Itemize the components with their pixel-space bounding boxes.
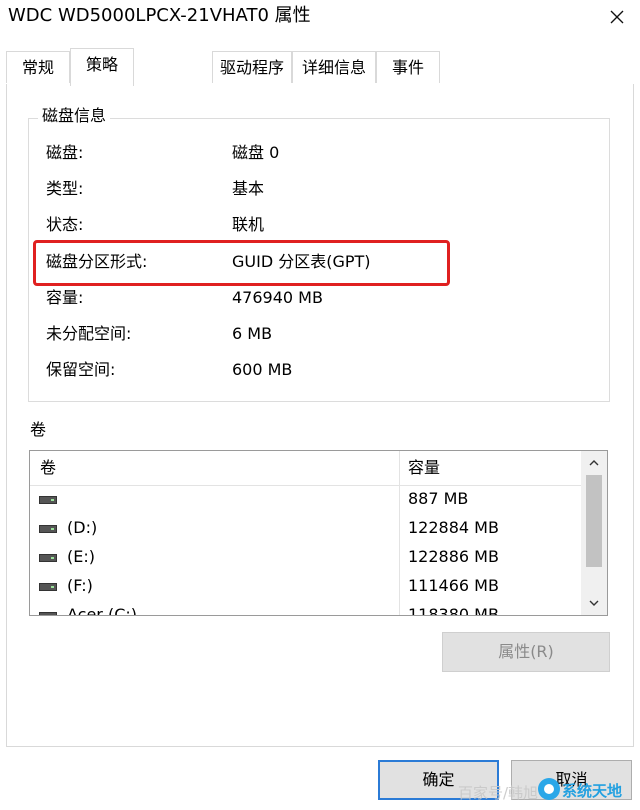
drive-icon [39, 554, 57, 562]
volume-capacity: 122884 MB [408, 518, 499, 537]
watermark-brand: 系统天地 [562, 782, 623, 800]
highlight-annotation [33, 240, 450, 286]
status-value: 联机 [232, 215, 265, 234]
tab-label: 详细信息 [301, 58, 366, 77]
scroll-up-button[interactable] [581, 453, 607, 473]
list-item[interactable]: (E:) 122886 MB [30, 543, 581, 572]
volumes-list[interactable]: 卷 容量 887 MB (D:) 122884 MB (E:) 122886 M… [29, 450, 608, 616]
disk-label: 磁盘: [46, 143, 84, 162]
volume-name: Acer (C:) [67, 605, 138, 616]
disk-value: 磁盘 0 [232, 143, 280, 162]
close-icon [610, 10, 624, 24]
window-title: WDC WD5000LPCX-21VHAT0 属性 [8, 5, 311, 26]
tab-events[interactable]: 事件 [376, 51, 440, 83]
list-item[interactable]: Acer (C:) 118380 MB [30, 601, 581, 616]
reserved-value: 600 MB [232, 360, 293, 379]
volume-name: (D:) [67, 518, 98, 537]
unallocated-value: 6 MB [232, 324, 273, 343]
scroll-down-button[interactable] [581, 593, 607, 613]
type-label: 类型: [46, 179, 84, 198]
tab-label: 驱动程序 [219, 58, 284, 77]
close-button[interactable] [594, 0, 640, 34]
volume-name: (E:) [67, 547, 95, 566]
watermark-logo-icon [538, 778, 560, 800]
tab-label: 常规 [21, 58, 54, 77]
tab-label: 事件 [391, 58, 424, 77]
vertical-scrollbar[interactable] [581, 451, 607, 615]
title-bar: WDC WD5000LPCX-21VHAT0 属性 [0, 0, 640, 38]
volume-capacity: 122886 MB [408, 547, 499, 566]
list-header: 卷 容量 [30, 451, 581, 486]
volume-capacity: 887 MB [408, 489, 469, 508]
list-item[interactable]: 887 MB [30, 485, 581, 514]
volumes-caption: 卷 [30, 420, 47, 439]
tab-driver[interactable]: 驱动程序 [212, 51, 292, 83]
status-label: 状态: [46, 215, 84, 234]
list-item[interactable]: (F:) 111466 MB [30, 572, 581, 601]
column-header-volume[interactable]: 卷 [40, 456, 56, 480]
type-value: 基本 [232, 179, 265, 198]
properties-button[interactable]: 属性(R) [442, 632, 610, 672]
volume-capacity: 111466 MB [408, 576, 499, 595]
scroll-thumb[interactable] [586, 475, 602, 567]
drive-icon [39, 496, 57, 504]
chevron-up-icon [589, 460, 599, 466]
list-item[interactable]: (D:) 122884 MB [30, 514, 581, 543]
volume-name: (F:) [67, 576, 93, 595]
tab-details[interactable]: 详细信息 [292, 51, 376, 83]
tab-policies[interactable]: 策略 [70, 48, 134, 86]
reserved-label: 保留空间: [46, 360, 116, 379]
disk-info-title: 磁盘信息 [38, 104, 111, 128]
tab-label: 策略 [85, 55, 118, 74]
watermark-text: 百家号/韩旭 [458, 784, 539, 802]
drive-icon [39, 525, 57, 533]
chevron-down-icon [589, 600, 599, 606]
volume-capacity: 118380 MB [408, 605, 499, 616]
capacity-value: 476940 MB [232, 288, 323, 307]
tab-general[interactable]: 常规 [6, 51, 70, 83]
capacity-label: 容量: [46, 288, 84, 307]
column-header-capacity[interactable]: 容量 [408, 456, 440, 480]
unallocated-label: 未分配空间: [46, 324, 132, 343]
drive-icon [39, 612, 57, 615]
drive-icon [39, 583, 57, 591]
